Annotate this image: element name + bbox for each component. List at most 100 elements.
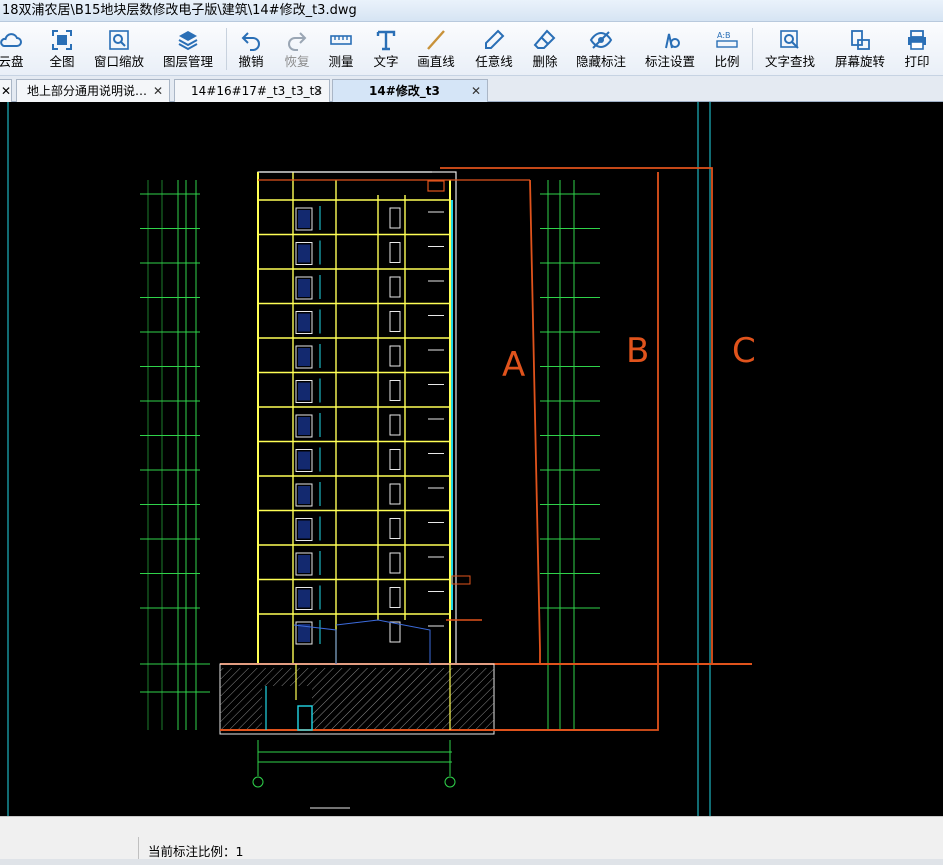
undo-button[interactable]: 撤销 (234, 24, 268, 74)
line-button[interactable]: 画直线 (414, 24, 458, 74)
window (389, 518, 401, 539)
hide-annotation-button[interactable]: 隐藏标注 (574, 24, 628, 74)
freehand-button[interactable]: 任意线 (472, 24, 516, 74)
window (389, 345, 401, 367)
text-search-button[interactable]: 文字查找 (762, 24, 818, 74)
window (389, 380, 401, 401)
glass-strip (319, 200, 453, 644)
redo-icon (280, 24, 314, 54)
print-label: 打印 (904, 54, 930, 69)
window-glass (298, 486, 310, 504)
window-glass (298, 382, 310, 401)
window-glass (298, 210, 310, 228)
window-column (295, 207, 401, 645)
zoom-window-label: 窗口缩放 (93, 54, 144, 69)
pen-icon (472, 24, 516, 54)
window-title: 18双浦农居\B15地块层数修改电子版\建筑\14#修改_t3.dwg (0, 0, 943, 22)
window-glass (298, 520, 310, 539)
window (389, 483, 401, 505)
tab-document-2[interactable]: 14#16#17#_t3_t3_t3 ✕ (174, 79, 330, 102)
tab-close-icon[interactable]: ✕ (471, 80, 481, 102)
text-search-icon (762, 24, 818, 54)
fit-view-button[interactable]: 全图 (44, 24, 80, 74)
rotate-screen-label: 屏幕旋转 (834, 54, 885, 69)
print-icon (900, 24, 934, 54)
print-button[interactable]: 打印 (900, 24, 934, 74)
layers-label: 图层管理 (162, 54, 213, 69)
basement-hatch (312, 686, 450, 730)
basement-hatch (450, 686, 494, 730)
window (389, 242, 401, 263)
scale-label: 比例 (714, 54, 740, 69)
tab-close-icon[interactable]: ✕ (313, 80, 323, 102)
measure-button[interactable]: 测量 (324, 24, 358, 74)
layers-button[interactable]: 图层管理 (160, 24, 216, 74)
annotation-settings-label: 标注设置 (644, 54, 695, 69)
window-glass (298, 244, 310, 263)
grid-bubble (444, 776, 456, 788)
canopy (451, 575, 471, 585)
window (389, 276, 401, 298)
tab-label: 14#修改_t3 (369, 84, 440, 98)
zoom-window-button[interactable]: 窗口缩放 (92, 24, 146, 74)
tab-document-3[interactable]: 14#修改_t3 ✕ (332, 79, 488, 102)
window (389, 587, 401, 608)
window-glass (298, 555, 310, 573)
tab-close-icon[interactable]: ✕ (1, 84, 11, 98)
fit-view-icon (44, 24, 80, 54)
rotate-screen-button[interactable]: 屏幕旋转 (832, 24, 888, 74)
roof-element (427, 180, 445, 192)
window-glass (298, 279, 310, 297)
delete-label: 删除 (532, 54, 558, 69)
eye-hide-icon (574, 24, 628, 54)
svg-text:A:B: A:B (717, 31, 731, 40)
markup-line-b (600, 172, 659, 731)
window (389, 552, 401, 574)
status-bar: 当前标注比例：1 (0, 816, 943, 865)
stair-lines (293, 619, 431, 664)
line-icon (414, 24, 458, 54)
markup-label-b: B (626, 331, 649, 371)
freehand-label: 任意线 (475, 54, 513, 69)
tab-overflow[interactable]: ✕ (0, 79, 12, 102)
scale-icon: A:B (710, 24, 744, 54)
redo-button[interactable]: 恢复 (280, 24, 314, 74)
line-label: 画直线 (417, 54, 455, 69)
annotation-settings-button[interactable]: 标注设置 (642, 24, 698, 74)
toolbar: 云盘 全图 窗口缩放 图层管理 撤销 恢复 测量 文字 画直线 任意线 删除 隐… (0, 22, 943, 76)
text-button[interactable]: 文字 (370, 24, 402, 74)
text-label: 文字 (373, 54, 399, 69)
basement-hatch (220, 668, 494, 686)
text-icon (370, 24, 402, 54)
toolbar-separator (226, 28, 227, 70)
fit-view-label: 全图 (49, 54, 75, 69)
window (389, 207, 401, 229)
building-outline (257, 171, 457, 665)
text-search-label: 文字查找 (764, 54, 815, 69)
layers-icon (160, 24, 216, 54)
elevation-drawing: A B C (7, 102, 756, 816)
window-glass (298, 313, 310, 332)
window (389, 621, 401, 643)
measure-icon (324, 24, 358, 54)
grid-bubble (252, 776, 264, 788)
cloud-button[interactable]: 云盘 (0, 24, 30, 74)
window (389, 449, 401, 470)
window (389, 414, 401, 436)
tab-label: 14#16#17#_t3_t3_t3 (191, 84, 322, 98)
window-glass (298, 589, 310, 608)
scale-button[interactable]: A:B 比例 (710, 24, 744, 74)
right-dimension-chain (540, 180, 600, 730)
hide-annotation-label: 隐藏标注 (575, 54, 626, 69)
rotate-screen-icon (832, 24, 888, 54)
measure-label: 测量 (328, 54, 354, 69)
scale-status: 当前标注比例：1 (148, 844, 244, 859)
window-glass (298, 451, 310, 470)
delete-button[interactable]: 删除 (528, 24, 562, 74)
status-divider (138, 837, 139, 861)
tab-document-1[interactable]: 地上部分通用说明说… ✕ (16, 79, 170, 102)
basement-hatch (220, 686, 262, 730)
tab-close-icon[interactable]: ✕ (153, 80, 163, 102)
drawing-canvas[interactable]: A B C (0, 102, 943, 816)
cloud-icon (0, 24, 30, 54)
